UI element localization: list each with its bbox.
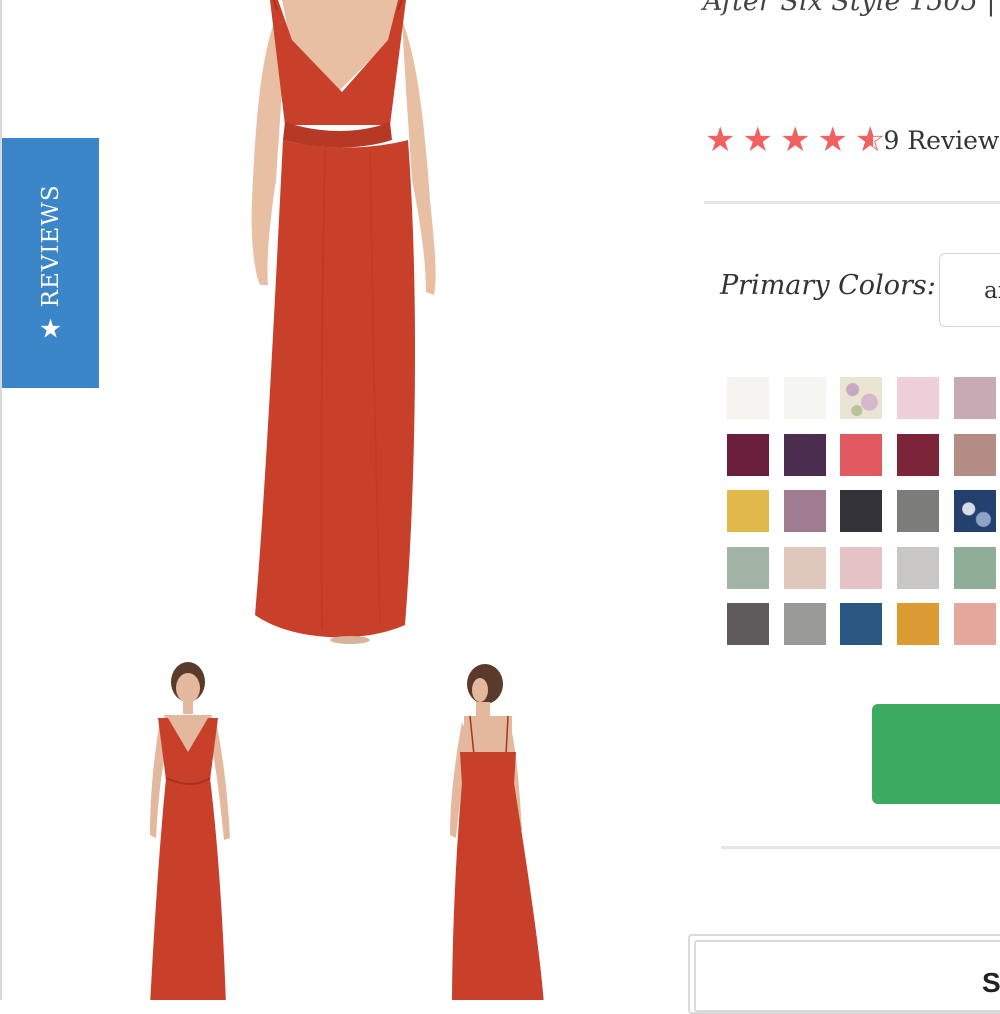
color-swatch[interactable]: [727, 434, 769, 476]
star-filled-icon: ★: [705, 120, 743, 160]
color-swatch[interactable]: [840, 490, 882, 532]
color-swatch[interactable]: [954, 547, 996, 589]
star-filled-icon: ★: [780, 120, 818, 160]
color-swatch[interactable]: [954, 603, 996, 645]
thumbnail-front-image[interactable]: [138, 660, 238, 1000]
color-swatch[interactable]: [897, 434, 939, 476]
color-swatch[interactable]: [727, 547, 769, 589]
color-swatch[interactable]: [897, 377, 939, 419]
divider: [721, 846, 1000, 849]
color-swatch[interactable]: [897, 603, 939, 645]
color-swatch[interactable]: [954, 377, 996, 419]
main-product-image[interactable]: [230, 0, 460, 650]
star-icon: ★: [38, 315, 62, 345]
bottom-option-box-inner: [694, 940, 1000, 1012]
thumbnail-back-image[interactable]: [440, 660, 550, 1000]
color-swatch[interactable]: [727, 603, 769, 645]
color-swatch[interactable]: [784, 603, 826, 645]
star-half-icon: ☆★: [855, 120, 893, 160]
color-swatch[interactable]: [784, 490, 826, 532]
color-swatch[interactable]: [840, 434, 882, 476]
color-swatch[interactable]: [784, 434, 826, 476]
color-swatch[interactable]: [727, 377, 769, 419]
bottom-option-box[interactable]: S: [688, 934, 1000, 1014]
color-swatch-floral[interactable]: [840, 377, 882, 419]
color-swatch[interactable]: [784, 377, 826, 419]
add-to-cart-button[interactable]: [872, 704, 1000, 804]
divider: [704, 201, 1000, 204]
reviews-tab-content: ★ REVIEWS: [36, 184, 66, 341]
color-swatch-navy-floral[interactable]: [954, 490, 996, 532]
color-swatch[interactable]: [784, 547, 826, 589]
reviews-side-tab[interactable]: ★ REVIEWS: [2, 138, 99, 388]
reviews-count-link[interactable]: 9 Reviews: [884, 126, 1000, 155]
color-swatch[interactable]: [897, 547, 939, 589]
color-swatch[interactable]: [897, 490, 939, 532]
product-title: After Six Style 1505 | F: [703, 0, 1000, 17]
bottom-option-label: S: [982, 967, 1000, 999]
star-filled-icon: ★: [818, 120, 856, 160]
color-swatch[interactable]: [840, 547, 882, 589]
rating-stars: ★ ★ ★ ★ ☆★: [705, 120, 893, 160]
product-rating: ★ ★ ★ ★ ☆★ 9 Reviews: [705, 120, 1000, 160]
star-filled-icon: ★: [743, 120, 781, 160]
primary-colors-label: Primary Colors:: [720, 270, 936, 301]
reviews-tab-label: REVIEWS: [38, 184, 64, 307]
primary-colors-select[interactable]: an: [939, 253, 1000, 327]
color-swatch[interactable]: [727, 490, 769, 532]
color-swatch[interactable]: [954, 434, 996, 476]
color-swatch[interactable]: [840, 603, 882, 645]
